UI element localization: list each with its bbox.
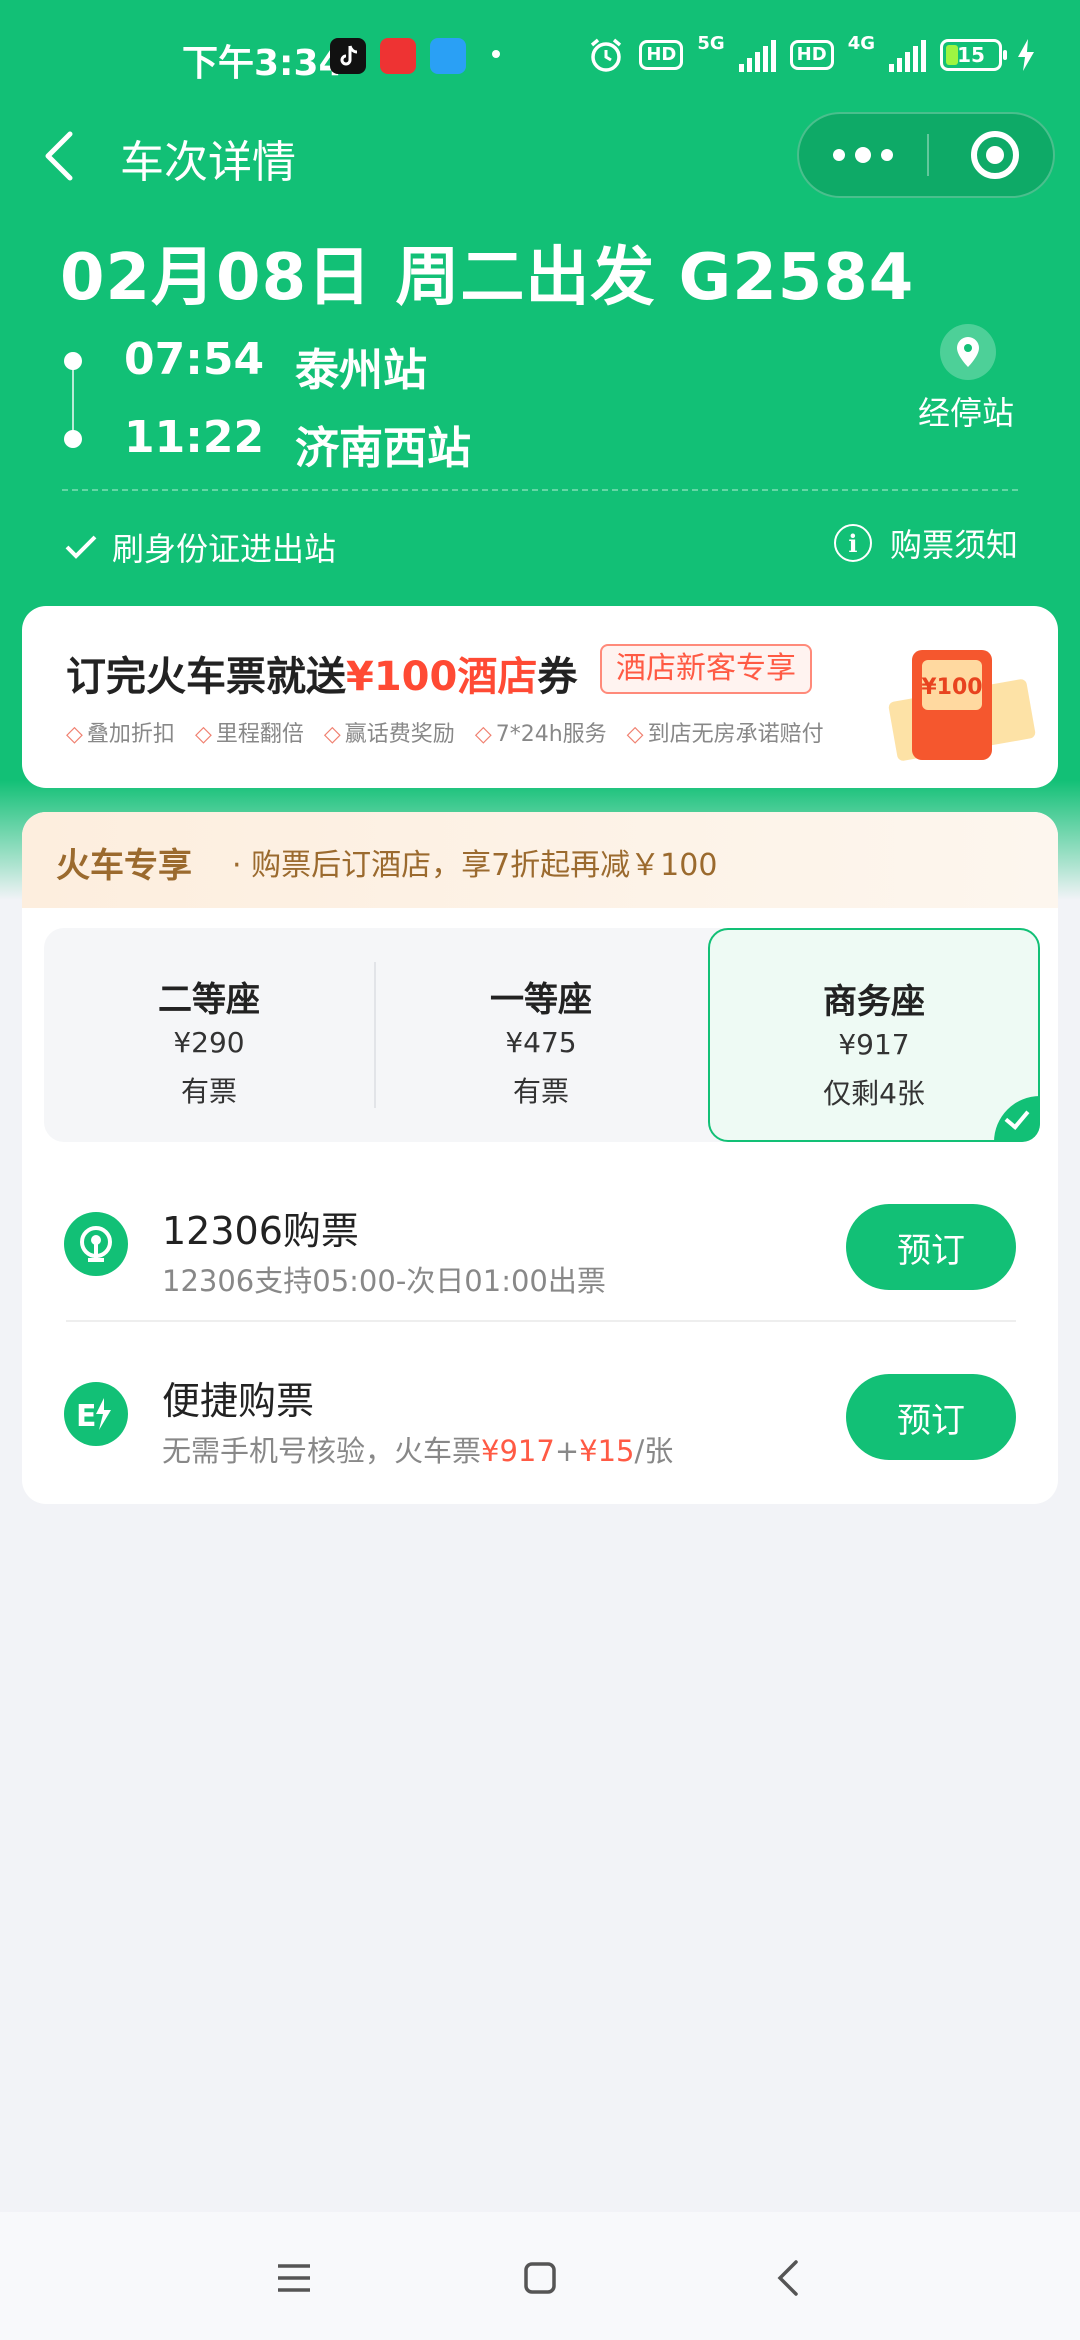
notification-dot [492, 50, 500, 58]
more-options-button[interactable] [799, 114, 927, 196]
promo-headline-post: 券 [537, 654, 578, 700]
home-icon[interactable] [520, 2258, 560, 2298]
page-title: 车次详情 [120, 137, 296, 188]
purchase-option-title: 便捷购票 [162, 1379, 315, 1423]
capsule-divider [927, 134, 929, 176]
status-indicators: HD 5G HD 4G 15 [587, 32, 1036, 74]
promo-feature: 里程翻倍 [195, 716, 304, 748]
subtitle-post: /张 [634, 1434, 674, 1468]
svg-text:E: E [76, 1399, 97, 1434]
ticket-price: ¥917 [481, 1434, 555, 1468]
seat-name: 一等座 [490, 980, 592, 1020]
railway-logo-icon [64, 1212, 128, 1276]
close-mini-program-button[interactable] [971, 131, 1019, 179]
purchase-option-subtitle: 无需手机号核验，火车票¥917+¥15/张 [162, 1428, 673, 1470]
seat-class-selector: 二等座 ¥290 有票 一等座 ¥475 有票 商务座 ¥917 仅剩4张 [44, 928, 1040, 1142]
depart-station: 泰州站 [295, 345, 427, 396]
divider [62, 489, 1018, 491]
network-4g-label: 4G [847, 32, 875, 54]
railway-app-icon [380, 38, 416, 74]
arrive-time: 11:22 [124, 412, 265, 463]
depart-time: 07:54 [124, 334, 265, 385]
seat-price: ¥917 [838, 1028, 910, 1061]
promo-headline-highlight: ¥100酒店 [346, 654, 538, 700]
purchase-notice-link[interactable]: i 购票须知 [833, 520, 1018, 566]
book-button-12306[interactable]: 预订 [846, 1204, 1016, 1290]
promo-feature: 赢话费奖励 [324, 716, 455, 748]
signal-5g-icon [738, 38, 776, 72]
mini-program-capsule [797, 112, 1055, 198]
promo-headline-pre: 订完火车票就送 [66, 654, 346, 700]
trip-title: 02月08日 周二出发 G2584 [60, 241, 915, 315]
seat-availability: 有票 [180, 1075, 237, 1108]
id-card-entry: 刷身份证进出站 [64, 524, 336, 570]
purchase-option-title: 12306购票 [162, 1209, 359, 1253]
depart-dot [64, 352, 82, 370]
hotel-promo-banner[interactable]: 订完火车票就送¥100酒店券 酒店新客专享 叠加折扣 里程翻倍 赢话费奖励 7*… [22, 606, 1058, 788]
book-button-express[interactable]: 预订 [846, 1374, 1016, 1460]
seat-option-first-class[interactable]: 一等座 ¥475 有票 [376, 928, 706, 1142]
hd-badge-2: HD [789, 40, 834, 70]
status-time: 下午3:34 [182, 43, 344, 84]
exclusive-text: · 购票后订酒店，享7折起再减￥100 [232, 848, 718, 883]
tiktok-app-icon [330, 38, 366, 74]
coupon-value: ¥100 [921, 675, 982, 700]
seat-name: 商务座 [823, 982, 925, 1022]
route-line [72, 360, 74, 440]
network-5g-label: 5G [697, 32, 725, 54]
chat-app-icon [430, 38, 466, 74]
arrive-station: 济南西站 [295, 423, 471, 474]
seat-price: ¥475 [505, 1026, 577, 1059]
coupon-envelope-icon: ¥100 [888, 650, 1036, 761]
chevron-left-icon [45, 131, 73, 181]
promo-feature: 7*24h服务 [475, 716, 607, 748]
seat-option-business-class[interactable]: 商务座 ¥917 仅剩4张 [708, 928, 1040, 1142]
plus-sign: + [554, 1434, 580, 1468]
purchase-option-12306: 12306购票 12306支持05:00-次日01:00出票 预订 [22, 1162, 1058, 1332]
notice-text: 购票须知 [889, 526, 1018, 564]
alarm-icon [591, 38, 622, 72]
location-pin-icon[interactable] [940, 324, 996, 380]
back-button[interactable] [40, 128, 84, 184]
seat-availability: 有票 [512, 1075, 569, 1108]
hd-badge: HD [639, 40, 684, 70]
promo-feature: 到店无房承诺赔付 [627, 716, 824, 748]
signal-4g-icon [889, 38, 926, 72]
id-card-text: 刷身份证进出站 [112, 530, 337, 568]
battery-level: 15 [957, 43, 985, 67]
seat-availability: 仅剩4张 [823, 1077, 925, 1110]
row-divider [66, 1320, 1016, 1322]
ticket-card: 火车专享 · 购票后订酒店，享7折起再减￥100 二等座 ¥290 有票 一等座… [22, 812, 1058, 1504]
promo-feature: 叠加折扣 [66, 716, 175, 748]
train-exclusive-bar[interactable]: 火车专享 · 购票后订酒店，享7折起再减￥100 [22, 812, 1058, 908]
exclusive-title: 火车专享 [56, 846, 192, 886]
express-ticket-icon: E [64, 1382, 128, 1446]
charging-icon [1018, 39, 1034, 71]
promo-headline: 订完火车票就送¥100酒店券 [66, 644, 577, 702]
menu-icon[interactable] [274, 2258, 314, 2298]
subtitle-pre: 无需手机号核验，火车票 [162, 1434, 482, 1468]
purchase-option-express: E 便捷购票 无需手机号核验，火车票¥917+¥15/张 预订 [22, 1332, 1058, 1502]
info-icon: i [833, 524, 872, 562]
back-icon[interactable] [770, 2258, 810, 2298]
system-navigation-bar [0, 2212, 1080, 2340]
promo-features: 叠加折扣 里程翻倍 赢话费奖励 7*24h服务 到店无房承诺赔付 [66, 716, 824, 748]
promo-tag: 酒店新客专享 [600, 644, 812, 694]
seat-option-second-class[interactable]: 二等座 ¥290 有票 [44, 928, 374, 1142]
battery-icon: 15 [940, 39, 1007, 71]
arrive-dot [64, 430, 82, 448]
seat-name: 二等座 [158, 980, 260, 1020]
stops-button[interactable]: 经停站 [918, 388, 1014, 434]
service-fee: ¥15 [579, 1434, 635, 1468]
purchase-option-subtitle: 12306支持05:00-次日01:00出票 [162, 1264, 606, 1298]
status-bar: 下午3:34 HD 5G HD 4G 15 [0, 0, 1080, 120]
check-icon [65, 535, 97, 559]
seat-price: ¥290 [173, 1026, 245, 1059]
